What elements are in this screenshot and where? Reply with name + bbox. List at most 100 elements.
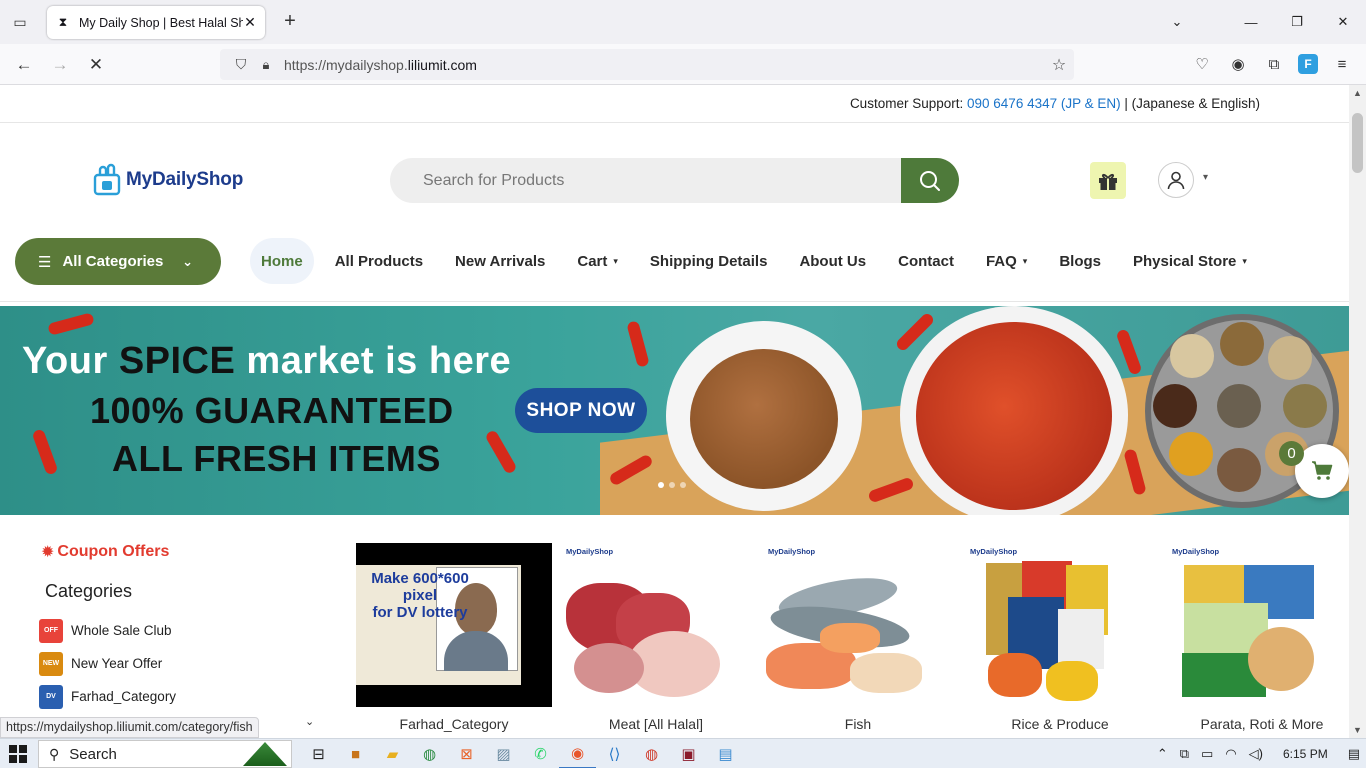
carousel-dot[interactable] [658,482,664,488]
category-item[interactable]: OFF Whole Sale Club [39,614,176,647]
category-scroll-down-icon[interactable]: ⌄ [305,715,314,728]
new-tab-button[interactable]: + [280,10,300,34]
image-text: pixel [402,587,438,604]
extensions-icon[interactable]: ⧉ [1262,52,1286,76]
gift-button[interactable] [1090,162,1126,199]
hero-banner[interactable]: Your SPICE market is here 100% GUARANTEE… [0,306,1349,515]
firefox-icon[interactable]: ◉ [559,739,596,768]
chili-image [484,429,518,475]
product-search [390,158,959,203]
extension-f-icon[interactable]: F [1298,54,1318,74]
account-icon[interactable]: ◉ [1226,52,1250,76]
carousel-dot[interactable] [680,482,686,488]
stop-icon[interactable]: ✕ [83,52,109,78]
lock-icon[interactable]: 🔒︎ [256,57,276,73]
scroll-up-icon[interactable]: ▲ [1349,88,1366,98]
coupon-label: Coupon Offers [57,543,170,560]
volume-icon[interactable]: ◁) [1243,746,1269,762]
nav-item[interactable]: Blogs [1043,238,1117,284]
carousel-dot[interactable] [669,482,675,488]
nav-item[interactable]: Cart ▾ [561,238,634,284]
banner-subheadline: ALL FRESH ITEMS [112,438,441,479]
site-logo[interactable]: MyDailyShop [90,163,243,197]
meet-now-icon[interactable]: ⧉ [1174,746,1195,762]
search-input[interactable] [390,158,900,203]
show-hidden-icons-icon[interactable]: ⌃ [1151,746,1174,762]
loading-icon: ⧗ [58,15,68,29]
nav-item[interactable]: Contact [882,238,970,284]
category-name[interactable]: Meat [All Halal] [558,716,754,732]
file-explorer-icon[interactable]: ▰ [374,739,411,768]
nav-item[interactable]: New Arrivals [439,238,561,284]
category-item[interactable]: NEW New Year Offer [39,647,176,680]
page-scrollbar[interactable]: ▲ ▼ [1349,85,1366,738]
xampp-icon[interactable]: ⊠ [448,739,485,768]
task-view-icon[interactable]: ⊟ [300,739,337,768]
nav-item-label: Contact [898,252,954,270]
spice-bowl-image [666,321,862,511]
account-dropdown-icon[interactable]: ▾ [1203,172,1208,183]
nav-item[interactable]: About Us [783,238,882,284]
search-button[interactable] [901,158,959,203]
vscode-icon[interactable]: ⟨⟩ [596,739,633,768]
page-viewport: Customer Support: 090 6476 4347 (JP & EN… [0,85,1349,738]
notepad-icon[interactable]: ▤ [707,739,744,768]
office-icon[interactable]: ▣ [670,739,707,768]
minimize-button[interactable]: — [1228,0,1274,44]
categories-heading: Categories [45,581,133,601]
url-text[interactable]: https://mydailyshop.liliumit.com [284,57,1044,73]
menu-icon[interactable]: ≡ [1330,52,1354,76]
whatsapp-icon[interactable]: ✆ [522,739,559,768]
browser-tab[interactable]: ⧗ My Daily Shop | Best Halal Shop ✕ [47,6,265,39]
gift-icon [1099,173,1117,190]
taskbar-search[interactable]: ⚲ Search [38,740,292,768]
notifications-icon[interactable]: ▤ [1342,746,1366,762]
sublime-text-icon[interactable]: ■ [337,739,374,768]
forward-icon[interactable]: → [47,52,73,78]
battery-icon[interactable]: ▭ [1195,746,1219,762]
chrome-canary-icon[interactable]: ◍ [633,739,670,768]
christmas-tree-icon [243,742,287,766]
nav-item-label: Shipping Details [649,252,768,270]
scroll-down-icon[interactable]: ▼ [1349,725,1366,735]
account-button[interactable] [1158,162,1194,198]
category-name[interactable]: Rice & Produce [962,716,1158,732]
wifi-icon[interactable]: ◠ [1219,746,1242,762]
tab-list-icon[interactable]: ▭ [8,10,32,34]
coupon-offers-link[interactable]: ✹ Coupon Offers [41,542,169,562]
scrollbar-thumb[interactable] [1352,113,1363,173]
clock[interactable]: 6:15 PM [1269,747,1342,761]
nav-item[interactable]: FAQ ▾ [970,238,1043,284]
photos-icon[interactable]: ▨ [485,739,522,768]
restore-button[interactable]: ❐ [1274,0,1320,44]
window-controls: ⌄ — ❐ ✕ [1150,0,1366,44]
hamburger-icon: ☰ [38,253,52,271]
category-item[interactable]: DV Farhad_Category [39,680,176,713]
nav-item[interactable]: Home [250,238,314,284]
close-window-button[interactable]: ✕ [1320,0,1366,44]
chili-image [1115,328,1143,376]
nav-item[interactable]: Physical Store ▾ [1117,238,1263,284]
address-bar[interactable]: ⛉ 🔒︎ https://mydailyshop.liliumit.com ☆ [220,49,1074,80]
shop-now-button[interactable]: SHOP NOW [515,388,647,433]
pocket-icon[interactable]: ♡ [1190,52,1214,76]
chrome-icon[interactable]: ◍ [411,739,448,768]
category-name[interactable]: Fish [760,716,956,732]
back-icon[interactable]: ← [11,52,37,78]
user-icon [1167,171,1185,190]
nav-item[interactable]: All Products [319,238,439,284]
divider [0,301,1349,302]
windows-start-icon[interactable] [9,745,27,763]
category-name[interactable]: Parata, Roti & More [1164,716,1349,732]
chili-image [626,320,650,368]
all-categories-button[interactable]: ☰ All Categories ⌄ [15,238,221,285]
brand-watermark: MyDailyShop [768,547,816,556]
close-tab-icon[interactable]: ✕ [243,14,257,31]
bookmark-star-icon[interactable]: ☆ [1044,55,1074,75]
tracking-shield-icon[interactable]: ⛉ [226,56,256,73]
category-name[interactable]: Farhad_Category [356,716,552,732]
list-all-tabs-icon[interactable]: ⌄ [1150,0,1204,44]
support-phone-link[interactable]: 090 6476 4347 (JP & EN) [967,96,1121,111]
category-image: MyDailyShop [962,543,1158,707]
nav-item[interactable]: Shipping Details [634,238,784,284]
